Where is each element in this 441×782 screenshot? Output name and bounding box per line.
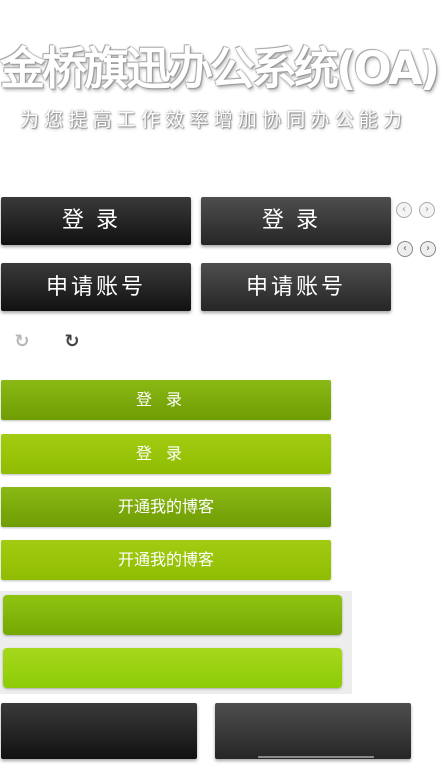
refresh-icon[interactable]: ↻ xyxy=(12,332,32,352)
login-button-dark[interactable]: 登录 xyxy=(1,197,191,245)
login-button-green-pressed[interactable]: 登录 xyxy=(1,434,331,474)
dark-button-large-pressed[interactable] xyxy=(215,703,411,759)
dark-button-large[interactable] xyxy=(1,703,197,759)
divider xyxy=(258,756,374,758)
arrow-left-glyph: ‹ xyxy=(402,204,406,215)
green-button-large[interactable] xyxy=(3,595,342,635)
apply-account-button-dark[interactable]: 申请账号 xyxy=(1,263,191,311)
arrow-right-glyph: › xyxy=(425,204,429,215)
login-button-green[interactable]: 登录 xyxy=(1,380,331,420)
arrow-left-icon[interactable]: ‹ xyxy=(396,202,412,218)
arrow-left-icon-pressed[interactable]: ‹ xyxy=(397,241,413,257)
arrow-right-icon[interactable]: › xyxy=(419,202,435,218)
login-button-dark-pressed[interactable]: 登录 xyxy=(201,197,391,245)
open-blog-button[interactable]: 开通我的博客 xyxy=(1,487,331,527)
apply-account-button-dark-pressed[interactable]: 申请账号 xyxy=(201,263,391,311)
arrow-right-glyph: › xyxy=(426,243,430,254)
refresh-icon-pressed[interactable]: ↻ xyxy=(62,332,82,352)
app-title: 金桥旗迅办公系统(OA) xyxy=(0,42,440,95)
arrow-right-icon-pressed[interactable]: › xyxy=(420,241,436,257)
open-blog-button-pressed[interactable]: 开通我的博客 xyxy=(1,540,331,580)
arrow-left-glyph: ‹ xyxy=(403,243,407,254)
app-subtitle: 为您提高工作效率增加协同办公能力 xyxy=(20,109,408,131)
green-button-large-pressed[interactable] xyxy=(3,648,342,688)
